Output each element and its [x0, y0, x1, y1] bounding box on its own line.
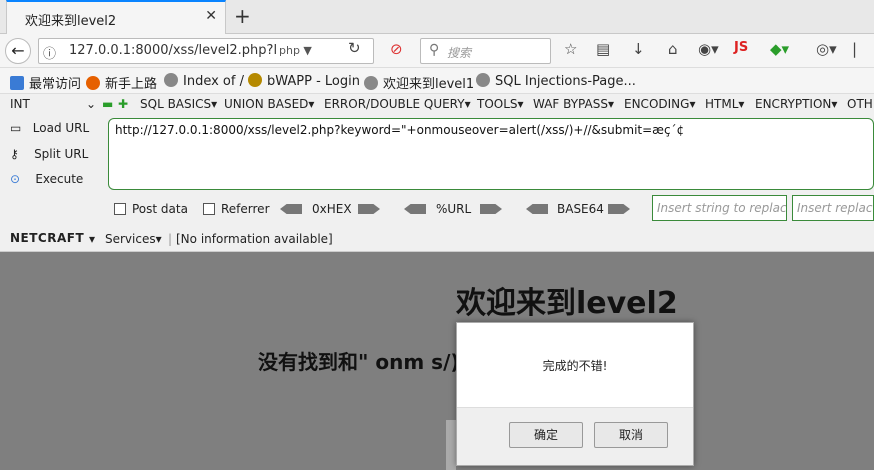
alert-dialog: 完成的不错! 确定 取消 [456, 322, 694, 466]
url-encode-arrow-icon[interactable] [480, 204, 502, 214]
menu-other[interactable]: OTH [847, 97, 873, 111]
nav-bar: ← ⓘ 127.0.0.1:8000/xss/level2.php?l php … [0, 34, 874, 68]
menu-waf-bypass[interactable]: WAF BYPASS▾ [533, 97, 614, 111]
bookmark-getting-started[interactable]: 新手上路 [86, 73, 157, 92]
menu-encryption[interactable]: ENCRYPTION▾ [755, 97, 837, 111]
hex-decode-arrow-icon[interactable] [280, 204, 302, 214]
url-decode-arrow-icon[interactable] [404, 204, 426, 214]
translate-icon[interactable]: ◆▾ [770, 40, 789, 58]
ok-button[interactable]: 确定 [509, 422, 583, 448]
checkbox-box[interactable] [203, 203, 215, 215]
page-input-fragment [446, 420, 456, 470]
netcraft-logo[interactable]: NETCRAFT [10, 231, 84, 245]
checkbox-box[interactable] [114, 203, 126, 215]
bookmark-most-visited[interactable]: 最常访问 [10, 73, 81, 92]
menu-icon[interactable]: | [852, 40, 857, 58]
dialog-footer: 确定 取消 [457, 407, 693, 465]
url-encode-label: %URL [436, 202, 472, 216]
load-url-icon: ▭ [10, 121, 22, 135]
hackbar-menu: INT ⌄ ▬ ✚ SQL BASICS▾ UNION BASED▾ ERROR… [0, 94, 874, 114]
page-content: 欢迎来到level2 没有找到和" onm s/) //相关的结果. [0, 252, 874, 470]
base64-encode-arrow-icon[interactable] [608, 204, 630, 214]
url-textarea[interactable]: http://127.0.0.1:8000/xss/level2.php?key… [108, 118, 874, 190]
search-placeholder: 搜索 [447, 46, 472, 60]
new-tab-button[interactable]: + [234, 4, 251, 28]
version-select[interactable]: INT [10, 97, 30, 111]
search-icon: ⚲ [429, 42, 440, 58]
firefox-icon [86, 76, 100, 90]
netcraft-info: [No information available] [176, 232, 333, 246]
tab-bar: 欢迎来到level2 ✕ + [0, 0, 874, 34]
bookmark-icon [10, 76, 24, 90]
globe-icon [164, 73, 178, 87]
hex-label: 0xHEX [312, 202, 352, 216]
info-icon[interactable]: ⓘ [43, 43, 56, 62]
hackbar-panel: INT ⌄ ▬ ✚ SQL BASICS▾ UNION BASED▾ ERROR… [0, 94, 874, 252]
split-url-icon: ⚷ [10, 147, 19, 161]
home-icon[interactable]: ⌂ [668, 40, 678, 58]
menu-tools[interactable]: TOOLS▾ [477, 97, 524, 111]
reading-list-icon[interactable]: ▤ [596, 40, 610, 58]
insert-replacing-input[interactable]: Insert replacing [792, 195, 874, 221]
chevron-down-icon[interactable]: ▾ [89, 232, 95, 246]
palette-icon[interactable]: ◎▾ [816, 40, 837, 58]
close-tab-icon[interactable]: ✕ [205, 8, 217, 24]
netcraft-toolbar: NETCRAFT ▾ Services▾ | [No information a… [0, 229, 874, 251]
base64-label: BASE64 [557, 202, 604, 216]
bookmark-sql-injections[interactable]: SQL Injections-Page... [476, 73, 636, 89]
execute-icon: ⊙ [10, 172, 21, 186]
menu-union-based[interactable]: UNION BASED▾ [224, 97, 314, 111]
addon-icon[interactable]: ◉▾ [698, 40, 719, 58]
insert-string-input[interactable]: Insert string to replace [652, 195, 787, 221]
back-button[interactable]: ← [5, 38, 31, 64]
url-extra-icons[interactable]: php ▼ [279, 44, 312, 57]
cancel-button[interactable]: 取消 [594, 422, 668, 448]
menu-error-double-query[interactable]: ERROR/DOUBLE QUERY▾ [324, 97, 471, 111]
bookmark-index[interactable]: Index of / [164, 73, 244, 89]
globe-icon [364, 76, 378, 90]
tab-title: 欢迎来到level2 [25, 14, 117, 29]
download-icon[interactable]: ↓ [632, 40, 645, 58]
url-bar[interactable]: ⓘ 127.0.0.1:8000/xss/level2.php?l php ▼ [38, 38, 374, 64]
bee-icon [248, 73, 262, 87]
load-url-button[interactable]: ▭ Load URL [10, 121, 89, 135]
separator: | [168, 232, 173, 246]
reload-icon[interactable]: ↻ [348, 39, 361, 57]
services-menu[interactable]: Services▾ [105, 232, 162, 246]
hex-encode-arrow-icon[interactable] [358, 204, 380, 214]
base64-decode-arrow-icon[interactable] [526, 204, 548, 214]
chevron-down-icon[interactable]: ⌄ [86, 97, 96, 111]
menu-sql-basics[interactable]: SQL BASICS▾ [140, 97, 217, 111]
globe-icon [476, 73, 490, 87]
bookmarks-bar: 最常访问 新手上路 Index of / bWAPP - Login 欢迎来到l… [0, 68, 874, 94]
bookmark-bwapp[interactable]: bWAPP - Login [248, 73, 360, 89]
js-toggle-icon[interactable]: JS [734, 40, 748, 55]
minus-icon[interactable]: ▬ [102, 97, 113, 111]
url-text: 127.0.0.1:8000/xss/level2.php?l [69, 43, 278, 58]
star-icon[interactable]: ☆ [564, 40, 577, 58]
bookmark-level1[interactable]: 欢迎来到level1 [364, 73, 474, 92]
plus-icon[interactable]: ✚ [118, 97, 128, 111]
split-url-button[interactable]: ⚷ Split URL [10, 147, 88, 161]
menu-html[interactable]: HTML▾ [705, 97, 744, 111]
tab-active[interactable]: 欢迎来到level2 ✕ [6, 0, 226, 34]
post-data-checkbox[interactable]: Post data [114, 202, 188, 216]
search-box[interactable]: ⚲ 搜索 [420, 38, 551, 64]
menu-encoding[interactable]: ENCODING▾ [624, 97, 695, 111]
block-icon[interactable]: ⊘ [390, 40, 403, 58]
page-heading: 欢迎来到level2 [456, 286, 678, 321]
referrer-checkbox[interactable]: Referrer [203, 202, 270, 216]
dialog-message: 完成的不错! [542, 359, 608, 373]
execute-button[interactable]: ⊙ Execute [10, 172, 83, 186]
